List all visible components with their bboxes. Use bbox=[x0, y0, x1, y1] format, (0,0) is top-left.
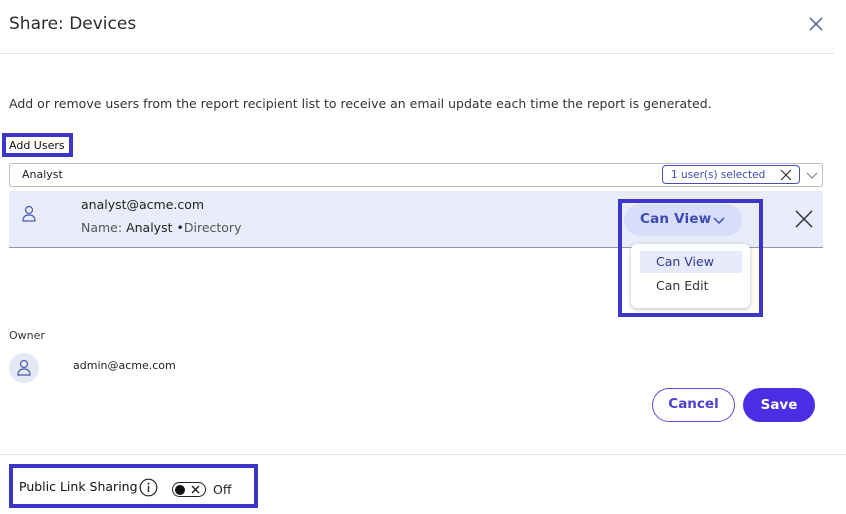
save-button[interactable]: Save bbox=[743, 388, 815, 422]
user-meta: Name: Analyst •Directory bbox=[81, 220, 245, 235]
meta-separator: • bbox=[176, 220, 184, 235]
user-source: Directory bbox=[183, 220, 242, 235]
chevron-down-icon[interactable] bbox=[806, 169, 818, 181]
header-divider bbox=[0, 53, 834, 54]
user-search-select[interactable]: Analyst 1 user(s) selected bbox=[9, 163, 823, 187]
info-icon[interactable] bbox=[139, 478, 158, 497]
selected-count-badge: 1 user(s) selected bbox=[662, 165, 800, 184]
toggle-knob bbox=[175, 484, 185, 495]
cancel-button[interactable]: Cancel bbox=[652, 388, 735, 422]
footer-divider bbox=[0, 454, 846, 455]
user-icon bbox=[22, 205, 36, 222]
instructions-text: Add or remove users from the report reci… bbox=[9, 96, 712, 111]
close-icon[interactable] bbox=[806, 14, 826, 34]
avatar bbox=[9, 353, 39, 383]
clear-selection-icon[interactable] bbox=[779, 168, 793, 182]
user-name-prefix: Name: bbox=[81, 220, 123, 235]
user-search-value: Analyst bbox=[22, 168, 63, 181]
highlight-box-add-users bbox=[2, 133, 73, 157]
user-email: analyst@acme.com bbox=[81, 197, 205, 212]
user-name: Analyst bbox=[126, 220, 173, 235]
public-link-state: Off bbox=[213, 482, 232, 497]
cancel-button-label: Cancel bbox=[668, 396, 719, 412]
remove-user-icon[interactable] bbox=[795, 210, 813, 228]
public-link-toggle[interactable] bbox=[172, 482, 206, 497]
owner-email: admin@acme.com bbox=[73, 359, 176, 372]
dialog-title: Share: Devices bbox=[9, 14, 137, 34]
selected-count-text: 1 user(s) selected bbox=[671, 169, 766, 181]
public-link-label: Public Link Sharing bbox=[19, 479, 138, 494]
save-button-label: Save bbox=[760, 397, 798, 413]
highlight-box-permission bbox=[618, 199, 763, 317]
user-icon bbox=[17, 359, 31, 376]
toggle-off-icon bbox=[191, 485, 200, 494]
owner-label: Owner bbox=[9, 329, 45, 342]
